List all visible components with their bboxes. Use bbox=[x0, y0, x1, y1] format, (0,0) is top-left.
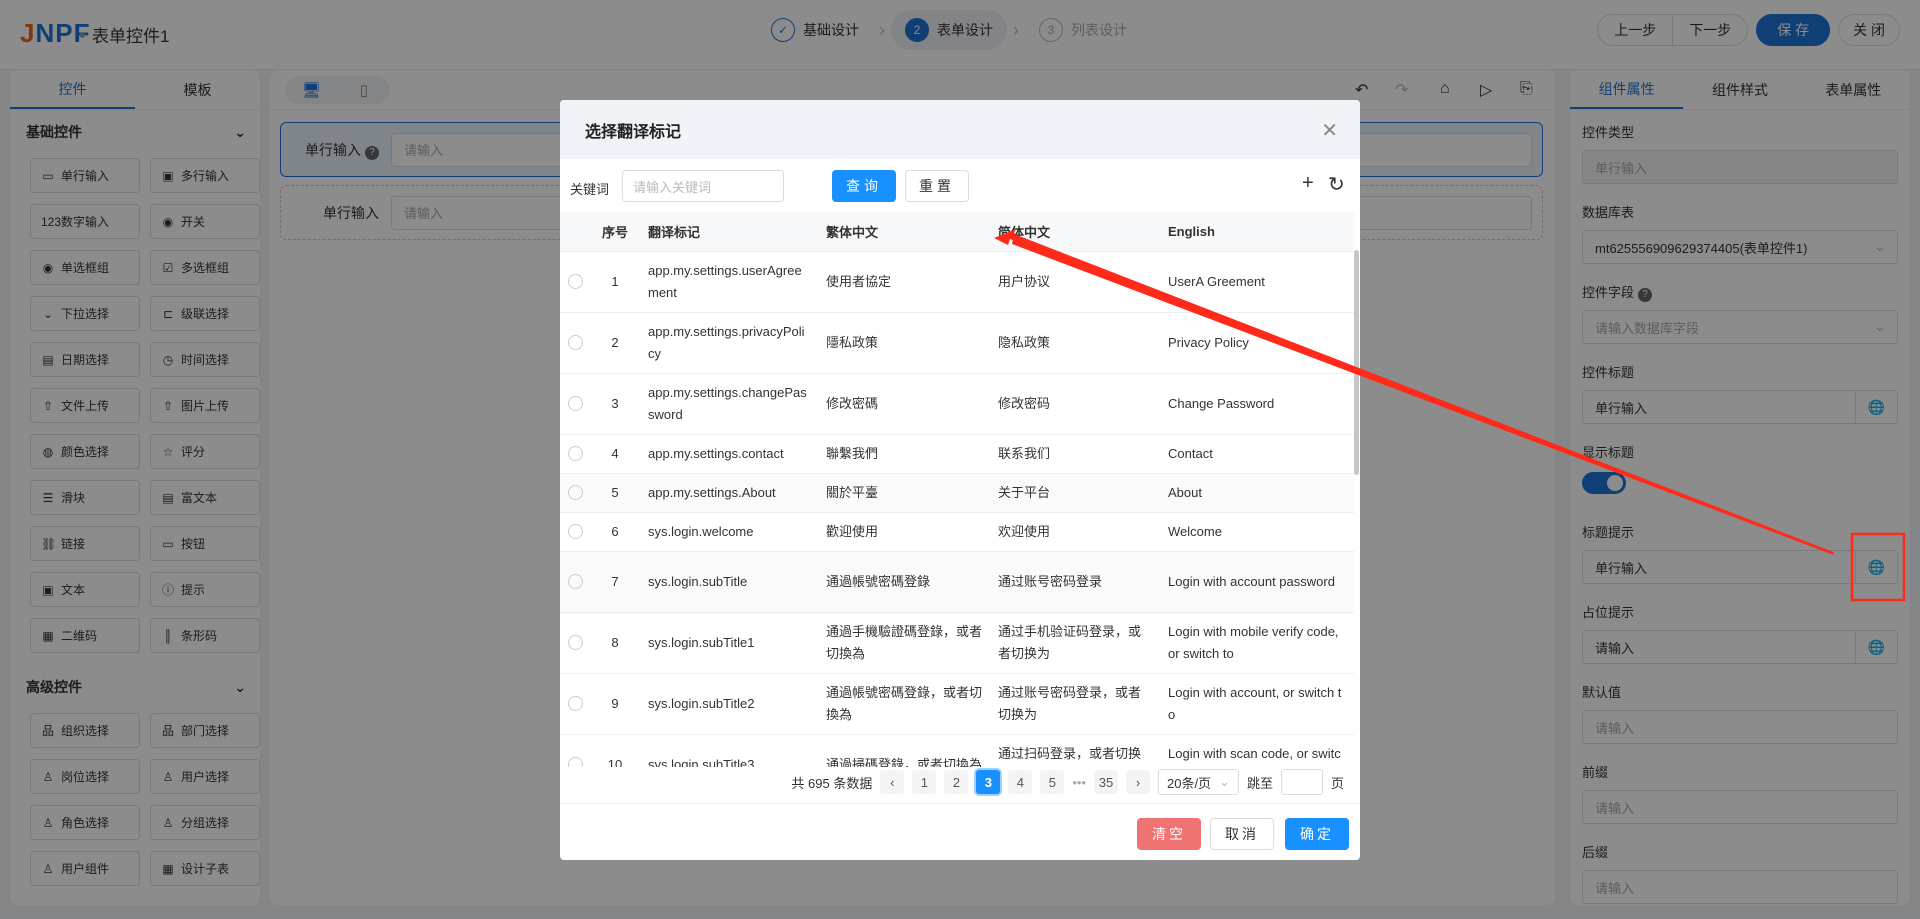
annotation-overlay bbox=[994, 229, 1906, 602]
annotation-arrow-shaft bbox=[1012, 234, 1834, 555]
annotation-highlight-box bbox=[1850, 532, 1906, 602]
